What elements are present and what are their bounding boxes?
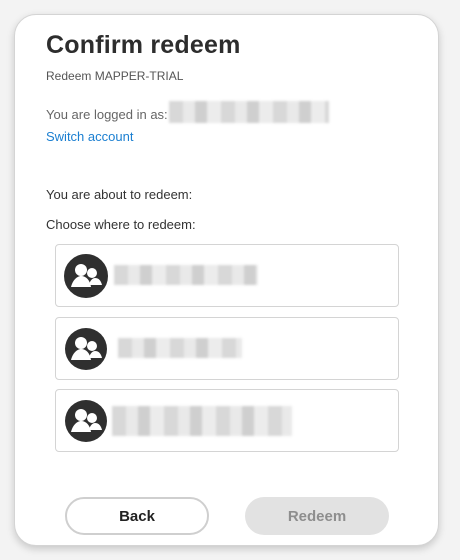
choose-where-label: Choose where to redeem: [46, 217, 196, 232]
redeem-button[interactable]: Redeem [245, 497, 389, 535]
redeem-option[interactable] [55, 317, 399, 380]
back-button[interactable]: Back [65, 497, 209, 535]
redeem-option[interactable] [55, 244, 399, 307]
group-avatar-icon [64, 254, 108, 298]
redacted-org-name [114, 265, 258, 285]
redacted-org-name [118, 338, 242, 358]
group-avatar-icon [65, 400, 107, 442]
redeem-dialog: Confirm redeem Redeem MAPPER-TRIAL You a… [14, 14, 439, 546]
redacted-org-name [112, 406, 292, 436]
redeem-option[interactable] [55, 389, 399, 452]
about-to-redeem-label: You are about to redeem: [46, 187, 193, 202]
logged-in-label: You are logged in as: [46, 107, 168, 122]
dialog-title: Confirm redeem [46, 31, 241, 59]
dialog-subtitle: Redeem MAPPER-TRIAL [46, 69, 184, 83]
redacted-account-name [169, 101, 329, 123]
group-avatar-icon [65, 328, 107, 370]
switch-account-link[interactable]: Switch account [46, 129, 133, 144]
